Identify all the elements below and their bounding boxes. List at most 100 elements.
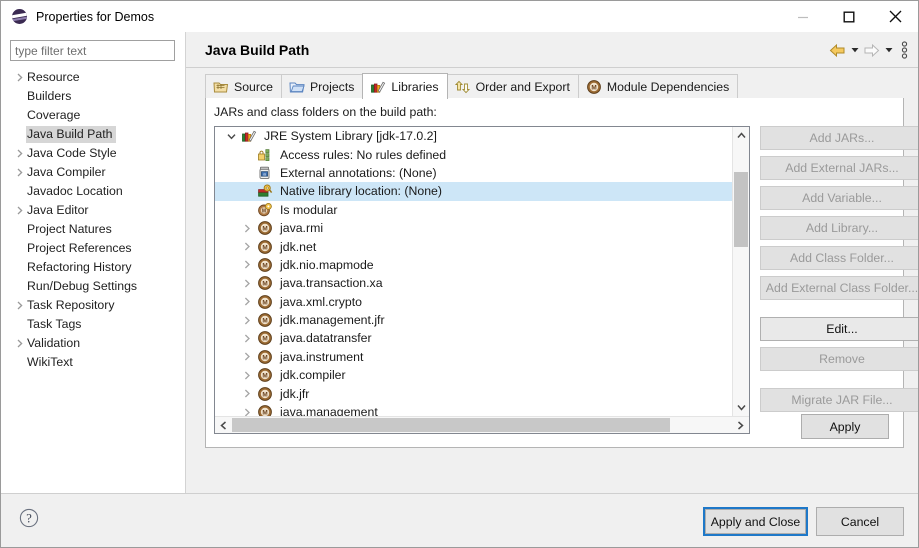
tree-row[interactable]: Mjdk.compiler <box>215 366 732 384</box>
tree-row[interactable]: Mjava.management <box>215 403 732 416</box>
tab-label: Libraries <box>391 79 439 94</box>
filter-text-input[interactable] <box>10 40 175 61</box>
tree-row[interactable]: Mjdk.management.jfr <box>215 311 732 329</box>
scroll-right-icon[interactable] <box>732 417 749 433</box>
sidebar-item-java-compiler[interactable]: Java Compiler <box>1 163 184 182</box>
chevron-right-icon[interactable] <box>239 316 256 325</box>
tree-row[interactable]: Native library location: (None) <box>215 182 732 201</box>
minimize-icon[interactable] <box>780 1 826 32</box>
sidebar-item-run-debug-settings[interactable]: Run/Debug Settings <box>1 277 184 296</box>
apply-and-close-button[interactable]: Apply and Close <box>705 509 806 534</box>
chevron-right-icon[interactable] <box>239 224 256 233</box>
svg-text:M: M <box>262 318 267 325</box>
sidebar-item-label: Resource <box>27 70 80 84</box>
tree-row[interactable]: Mjdk.net <box>215 237 732 255</box>
chevron-right-icon[interactable] <box>239 408 256 416</box>
sidebar-item-label: Validation <box>27 336 81 350</box>
sidebar-item-validation[interactable]: Validation <box>1 334 184 353</box>
edit-button[interactable]: Edit... <box>760 317 918 341</box>
button-group-separator <box>760 306 918 317</box>
sidebar-item-label: Java Code Style <box>27 146 117 160</box>
tree-row[interactable]: Mjava.transaction.xa <box>215 274 732 292</box>
tab-source[interactable]: Source <box>205 74 282 98</box>
chevron-right-icon[interactable] <box>239 371 256 380</box>
cancel-button[interactable]: Cancel <box>816 507 904 536</box>
sidebar-item-resource[interactable]: Resource <box>1 68 184 87</box>
button-group-separator <box>760 377 918 388</box>
scroll-up-icon[interactable] <box>733 127 749 144</box>
sidebar-item-java-build-path[interactable]: Java Build Path <box>1 125 184 144</box>
tab-label: Projects <box>309 79 355 94</box>
vertical-dots-menu-icon[interactable] <box>897 39 911 61</box>
tree-row[interactable]: Mjava.datatransfer <box>215 329 732 347</box>
libraries-panel: JARs and class folders on the build path… <box>205 98 918 448</box>
tab-order-and-export[interactable]: Order and Export <box>446 74 579 98</box>
sidebar-item-task-tags[interactable]: Task Tags <box>1 315 184 334</box>
tree-row[interactable]: Mjdk.nio.mapmode <box>215 256 732 274</box>
tree-row[interactable]: M Is modular <box>215 201 732 219</box>
chevron-right-icon[interactable] <box>13 168 26 177</box>
sidebar-item-java-editor[interactable]: Java Editor <box>1 201 184 220</box>
back-history-chevron-down-icon[interactable] <box>848 47 861 53</box>
forward-history-chevron-down-icon[interactable] <box>882 47 895 53</box>
tree-row[interactable]: Mjdk.jfr <box>215 384 732 402</box>
scroll-down-icon[interactable] <box>733 399 749 416</box>
chevron-right-icon[interactable] <box>13 149 26 158</box>
sidebar-item-java-code-style[interactable]: Java Code Style <box>1 144 184 163</box>
build-path-tree[interactable]: JRE System Library [jdk-17.0.2] Access ru… <box>214 126 750 434</box>
chevron-down-icon[interactable] <box>223 133 240 140</box>
chevron-right-icon[interactable] <box>239 260 256 269</box>
horizontal-scrollbar-thumb[interactable] <box>232 418 670 432</box>
sidebar-item-coverage[interactable]: Coverage <box>1 106 184 125</box>
back-arrow-icon[interactable] <box>829 39 846 61</box>
chevron-right-icon[interactable] <box>239 389 256 398</box>
sidebar-item-javadoc-location[interactable]: Javadoc Location <box>1 182 184 201</box>
module-icon: M <box>256 275 273 291</box>
chevron-right-icon[interactable] <box>13 73 26 82</box>
chevron-right-icon[interactable] <box>13 206 26 215</box>
tree-row-label: java.management <box>280 405 378 416</box>
tab-label: Source <box>234 79 273 94</box>
tree-row[interactable]: Access rules: No rules defined <box>215 145 732 163</box>
apply-button[interactable]: Apply <box>801 414 889 439</box>
sidebar-item-label: Project References <box>27 241 132 255</box>
tab-libraries[interactable]: Libraries <box>362 73 448 99</box>
sidebar-item-project-natures[interactable]: Project Natures <box>1 220 184 239</box>
sidebar-item-label: Run/Debug Settings <box>27 279 138 293</box>
tree-row[interactable]: JRE System Library [jdk-17.0.2] <box>215 127 732 145</box>
chevron-right-icon[interactable] <box>239 334 256 343</box>
tab-projects[interactable]: Projects <box>280 74 364 98</box>
sidebar-item-refactoring-history[interactable]: Refactoring History <box>1 258 184 277</box>
module-icon: M <box>256 330 273 346</box>
sidebar-item-wikitext[interactable]: WikiText <box>1 353 184 372</box>
title-bar: Properties for Demos <box>1 1 918 32</box>
maximize-icon[interactable] <box>826 1 872 32</box>
chevron-right-icon[interactable] <box>239 242 256 251</box>
chevron-right-icon[interactable] <box>239 297 256 306</box>
module-icon: M <box>256 367 273 383</box>
sidebar-item-builders[interactable]: Builders <box>1 87 184 106</box>
forward-arrow-icon[interactable] <box>863 39 880 61</box>
tree-row-label: jdk.net <box>280 239 317 254</box>
vertical-scrollbar[interactable] <box>732 127 749 416</box>
sidebar-item-project-references[interactable]: Project References <box>1 239 184 258</box>
tree-row[interactable]: Mjava.instrument <box>215 348 732 366</box>
close-icon[interactable] <box>872 1 918 32</box>
tree-row[interactable]: Mjava.rmi <box>215 219 732 237</box>
tree-row[interactable]: a External annotations: (None) <box>215 164 732 182</box>
horizontal-scrollbar[interactable] <box>215 416 749 433</box>
tab-module-dependencies[interactable]: M Module Dependencies <box>577 74 739 98</box>
chevron-right-icon[interactable] <box>239 352 256 361</box>
tree-row[interactable]: Mjava.xml.crypto <box>215 293 732 311</box>
vertical-scrollbar-thumb[interactable] <box>734 172 748 247</box>
add-external-class-folder-button: Add External Class Folder... <box>760 276 918 300</box>
content-area: Java Build Path Source Projects Librarie… <box>186 32 918 494</box>
scroll-left-icon[interactable] <box>215 417 232 433</box>
sidebar-item-task-repository[interactable]: Task Repository <box>1 296 184 315</box>
chevron-right-icon[interactable] <box>239 279 256 288</box>
chevron-right-icon[interactable] <box>13 339 26 348</box>
panel-description: JARs and class folders on the build path… <box>214 105 437 119</box>
sidebar-item-label: WikiText <box>27 355 73 369</box>
chevron-right-icon[interactable] <box>13 301 26 310</box>
help-question-icon[interactable]: ? <box>19 508 39 528</box>
